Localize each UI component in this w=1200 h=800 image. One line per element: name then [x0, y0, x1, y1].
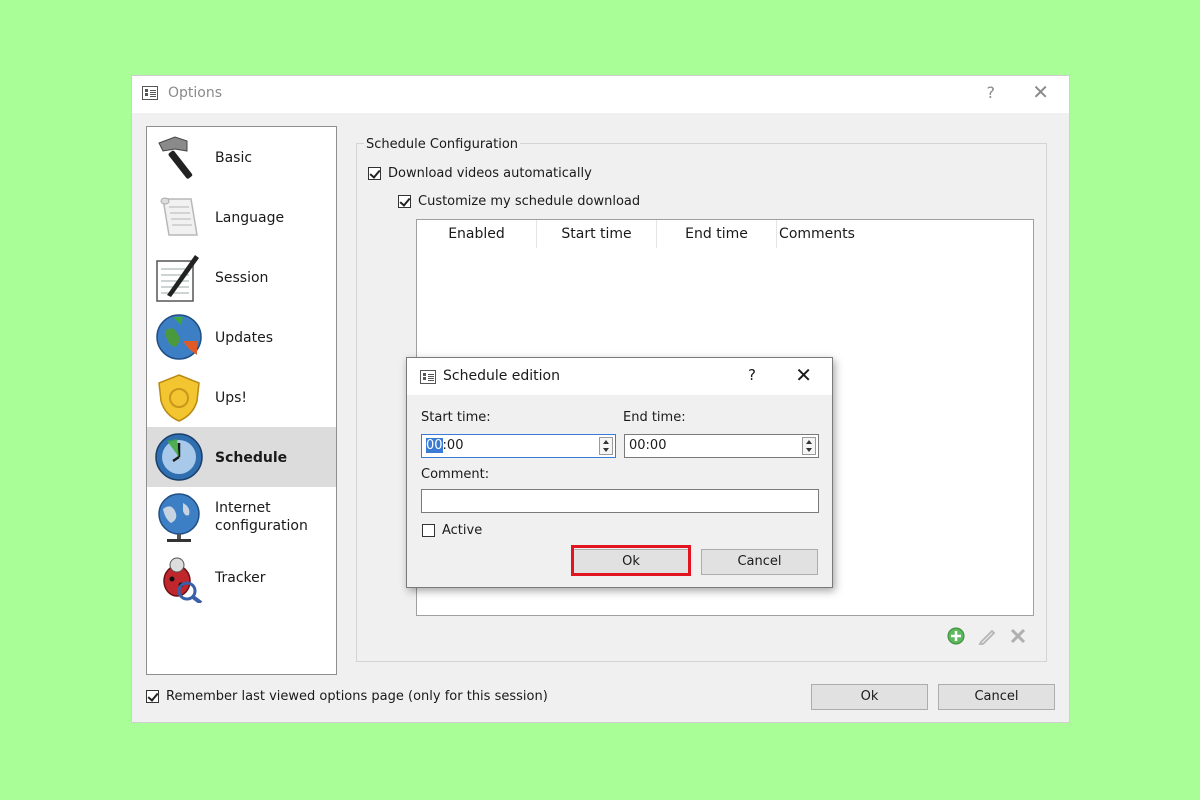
download-auto-label: Download videos automatically: [388, 166, 592, 181]
column-header-comments[interactable]: Comments: [777, 220, 857, 248]
sidebar-item-label: Ups!: [215, 390, 248, 406]
dialog-close-button[interactable]: ✕: [795, 363, 812, 387]
bug-magnifier-icon: [163, 557, 203, 603]
sidebar-item-schedule[interactable]: Schedule: [147, 427, 336, 487]
column-header-start-time[interactable]: Start time: [537, 220, 657, 248]
options-titlebar: Options ? ✕: [132, 76, 1069, 113]
sidebar-item-label-line2: configuration: [215, 518, 308, 534]
sidebar-item-tracker[interactable]: Tracker: [147, 547, 336, 607]
sidebar-item-updates[interactable]: Updates: [147, 307, 336, 367]
options-sidebar: Basic Language Session Updates Ups! Sche…: [146, 126, 337, 675]
sidebar-item-label-line1: Internet: [215, 500, 271, 516]
end-time-stepper[interactable]: [802, 437, 816, 455]
download-auto-checkbox[interactable]: [368, 167, 381, 180]
options-title: Options: [168, 85, 223, 101]
active-label: Active: [442, 523, 483, 538]
hammer-icon: [158, 136, 193, 179]
dialog-app-icon: [420, 370, 436, 384]
customize-schedule-checkbox[interactable]: [398, 195, 411, 208]
sidebar-item-ups[interactable]: Ups!: [147, 367, 336, 427]
schedule-edition-dialog: Schedule edition ? ✕ Start time: End tim…: [406, 357, 833, 588]
close-button[interactable]: ✕: [1032, 80, 1049, 104]
clock-icon: [155, 433, 203, 481]
comment-input[interactable]: [421, 489, 819, 513]
start-time-spinner[interactable]: 00:00: [421, 434, 616, 458]
schedule-configuration-title: Schedule Configuration: [364, 137, 521, 152]
sidebar-item-label: Tracker: [215, 570, 266, 586]
shield-icon: [158, 374, 200, 422]
delete-icon[interactable]: [1008, 626, 1028, 646]
spin-up-icon[interactable]: [603, 440, 609, 444]
active-checkbox[interactable]: [422, 524, 435, 537]
sidebar-item-internet-configuration[interactable]: Internet configuration: [147, 487, 336, 547]
end-time-spinner[interactable]: 00:00: [624, 434, 819, 458]
notepad-pen-icon: [156, 255, 199, 302]
sidebar-item-label: Basic: [215, 150, 253, 166]
sidebar-item-language[interactable]: Language: [147, 187, 336, 247]
dialog-help-button[interactable]: ?: [748, 366, 756, 384]
options-app-icon: [142, 86, 158, 100]
end-time-value: 00:00: [629, 438, 667, 453]
customize-schedule-label: Customize my schedule download: [418, 194, 641, 209]
start-time-value: 00:00: [426, 438, 463, 453]
dialog-title: Schedule edition: [443, 368, 560, 384]
start-time-hours-selected: 00: [426, 438, 443, 453]
spin-up-icon[interactable]: [806, 440, 812, 444]
remember-page-checkbox[interactable]: [146, 690, 159, 703]
start-time-minutes: :00: [442, 438, 464, 453]
sidebar-item-basic[interactable]: Basic: [147, 127, 336, 187]
ok-button[interactable]: Ok: [811, 684, 928, 710]
sidebar-item-label: Internet configuration: [215, 499, 308, 535]
sidebar-item-label: Session: [215, 270, 269, 286]
spin-down-icon[interactable]: [603, 448, 609, 452]
globe-network-icon: [158, 493, 200, 542]
globe-update-icon: [156, 314, 202, 360]
dialog-cancel-button[interactable]: Cancel: [701, 549, 818, 575]
sidebar-item-label: Updates: [215, 330, 273, 346]
sidebar-item-label: Schedule: [215, 450, 288, 466]
start-time-stepper[interactable]: [599, 437, 613, 455]
sidebar-item-label: Language: [215, 210, 285, 226]
dialog-titlebar: Schedule edition ? ✕: [407, 358, 832, 395]
cancel-button[interactable]: Cancel: [938, 684, 1055, 710]
end-time-label: End time:: [623, 410, 686, 425]
ok-button-highlight: [571, 545, 691, 576]
remember-page-label: Remember last viewed options page (only …: [166, 689, 548, 704]
column-header-end-time[interactable]: End time: [657, 220, 777, 248]
scroll-icon: [160, 197, 198, 236]
column-header-enabled[interactable]: Enabled: [417, 220, 537, 248]
sidebar-item-session[interactable]: Session: [147, 247, 336, 307]
edit-icon[interactable]: [977, 626, 997, 646]
add-icon[interactable]: [946, 626, 966, 646]
comment-label: Comment:: [421, 467, 490, 482]
spin-down-icon[interactable]: [806, 448, 812, 452]
start-time-label: Start time:: [421, 410, 491, 425]
help-button[interactable]: ?: [987, 83, 996, 102]
